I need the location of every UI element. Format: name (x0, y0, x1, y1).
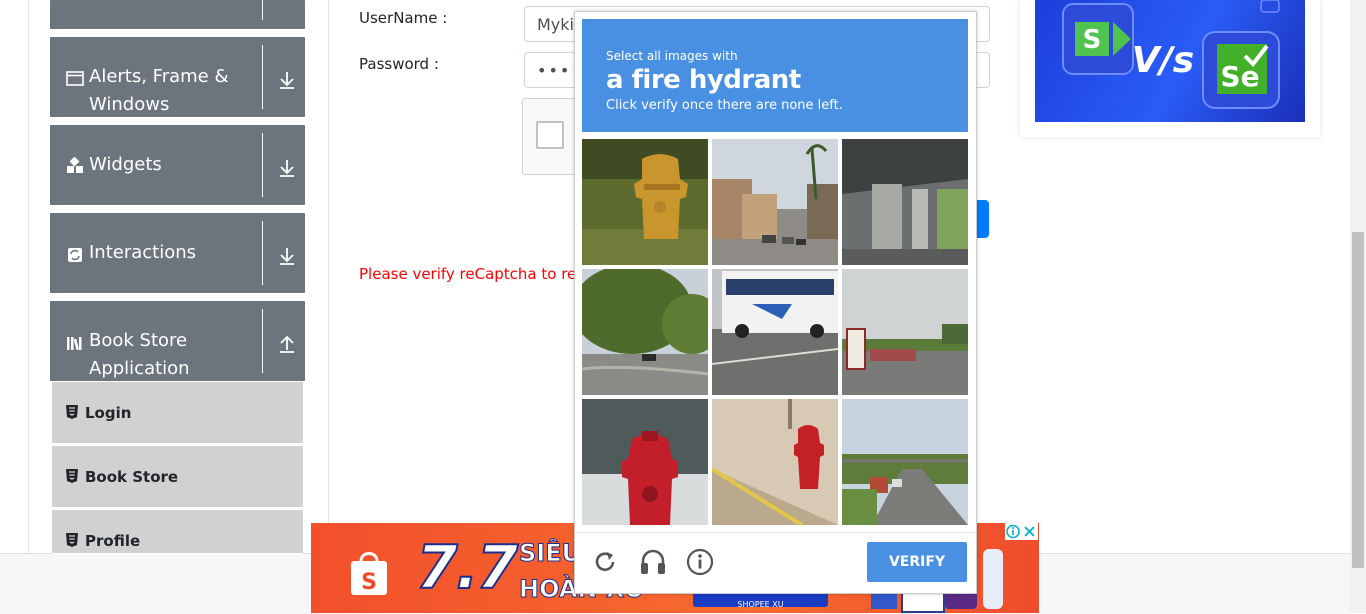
recaptcha-checkbox[interactable] (536, 121, 564, 149)
sidebar-item-label: Login (85, 404, 132, 422)
sidebar-group-alerts[interactable]: Alerts, Frame & Windows (50, 37, 305, 117)
group-label-line2: Windows (89, 94, 170, 115)
sidebar-item-profile[interactable]: Profile (52, 510, 303, 555)
svg-text:S: S (361, 570, 377, 595)
group-divider (262, 0, 263, 20)
captcha-tile-2[interactable] (712, 139, 838, 265)
html5-icon (66, 469, 78, 483)
banner-big-text: 7.7 (415, 532, 519, 604)
side-ad-image[interactable]: S V/s Se (1035, 0, 1305, 122)
captcha-tile-6[interactable] (842, 269, 968, 395)
captcha-target: a fire hydrant (606, 65, 801, 95)
captcha-tile-1[interactable] (582, 139, 708, 265)
captcha-tile-8[interactable] (712, 399, 838, 525)
recaptcha-challenge-popup: Select all images with a fire hydrant Cl… (574, 11, 977, 594)
group-label: Alerts, Frame & (89, 66, 229, 87)
sidebar-item-book-store[interactable]: Book Store (52, 446, 303, 509)
ad-close-icon[interactable] (1021, 523, 1038, 540)
download-arrow-icon (280, 72, 294, 89)
captcha-tile-3[interactable] (842, 139, 968, 265)
katalon-vs-selenium-logo: S V/s Se (1062, 0, 1280, 109)
sidebar-group-top[interactable] (50, 0, 305, 29)
captcha-tile-9[interactable] (842, 399, 968, 525)
sidebar-group-bookstore[interactable]: Book Store Application (50, 301, 305, 381)
left-border (28, 0, 29, 553)
group-label: Widgets (89, 154, 162, 175)
group-divider (262, 45, 263, 109)
content-border (328, 0, 329, 553)
captcha-tile-7[interactable] (582, 399, 708, 525)
tile-image (582, 139, 708, 265)
tile-image (712, 399, 838, 525)
svg-text:V/s: V/s (1132, 40, 1194, 81)
captcha-header: Select all images with a fire hydrant Cl… (582, 19, 968, 132)
group-divider (262, 133, 263, 197)
download-arrow-icon (280, 160, 294, 177)
sidebar-item-label: Book Store (85, 468, 179, 486)
download-arrow-icon (280, 248, 294, 265)
tile-image (712, 139, 838, 265)
captcha-instruction: Select all images with (606, 49, 738, 63)
tile-image (842, 269, 968, 395)
audio-icon[interactable] (638, 547, 668, 577)
html5-icon (66, 533, 78, 547)
group-label: Book Store (89, 330, 188, 351)
tile-image (582, 399, 708, 525)
html5-icon (66, 405, 78, 419)
widgets-icon (67, 157, 83, 173)
group-label: Interactions (89, 242, 197, 263)
captcha-tile-4[interactable] (582, 269, 708, 395)
tile-image (712, 269, 838, 395)
username-label: UserName : (359, 9, 448, 27)
scrollbar-thumb[interactable] (1352, 232, 1364, 568)
info-icon[interactable] (685, 547, 715, 577)
password-label: Password : (359, 55, 439, 73)
window-icon (66, 71, 84, 86)
group-divider (262, 309, 263, 373)
sidebar-item-login[interactable]: Login (52, 382, 303, 445)
group-label-line2: Application (89, 358, 190, 379)
books-icon (67, 337, 82, 351)
interactions-icon (68, 248, 82, 262)
group-divider (262, 221, 263, 285)
tile-image (842, 399, 968, 525)
shopee-bag-icon: S (351, 552, 387, 595)
captcha-error-message: Please verify reCaptcha to regi (359, 265, 590, 283)
svg-text:S: S (1083, 25, 1102, 55)
captcha-footer-divider (575, 532, 976, 533)
sidebar-group-widgets[interactable]: Widgets (50, 125, 305, 205)
sidebar-item-label: Profile (85, 532, 141, 550)
ad-info-icon[interactable] (1005, 523, 1021, 540)
captcha-subtext: Click verify once there are none left. (606, 98, 843, 113)
tile-image (582, 269, 708, 395)
reload-icon[interactable] (590, 547, 620, 577)
verify-button[interactable]: VERIFY (867, 542, 967, 582)
sidebar-group-interactions[interactable]: Interactions (50, 213, 305, 293)
tile-image (842, 139, 968, 265)
captcha-tile-5[interactable] (712, 269, 838, 395)
upload-arrow-icon (280, 335, 294, 353)
banner-line1: SIÊU (518, 539, 582, 568)
